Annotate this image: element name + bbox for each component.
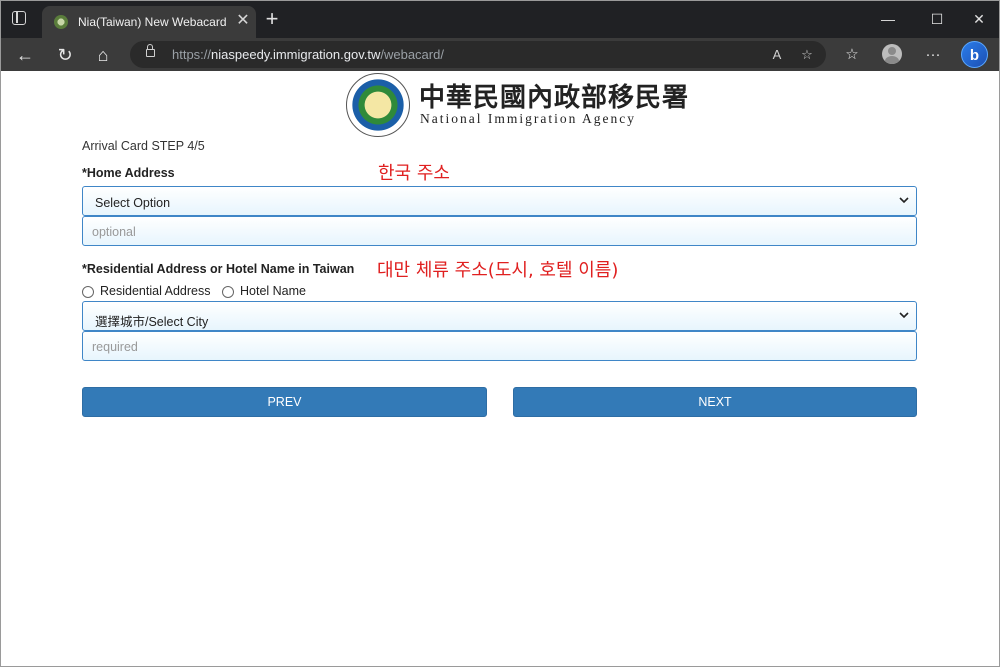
agency-seal-icon [346,73,410,137]
next-button[interactable]: NEXT [513,387,917,417]
home-address-select-value: Select Option [95,196,171,210]
sidebar-toggle-icon[interactable] [12,11,26,25]
radio-residential-address[interactable] [82,286,94,298]
browser-titlebar: Nia(Taiwan) New Webacard ✕ + — ☐ ✕ [0,0,1000,38]
read-aloud-icon[interactable]: A [766,44,788,66]
city-select-value: 選擇城市/Select City [95,315,209,329]
close-window-icon[interactable]: ✕ [965,8,993,30]
url-text[interactable]: https://niaspeedy.immigration.gov.tw/web… [172,47,444,62]
chevron-down-icon [899,197,909,204]
step-title: Arrival Card STEP 4/5 [82,139,205,153]
residential-address-placeholder: required [92,340,138,354]
profile-avatar-icon[interactable] [882,44,902,64]
residential-address-input[interactable]: required [82,331,917,361]
back-icon[interactable]: ← [13,43,37,67]
residential-address-label: *Residential Address or Hotel Name in Ta… [82,262,355,276]
more-options-icon[interactable]: ··· [921,43,945,67]
favicon-icon [54,15,68,29]
tab-title: Nia(Taiwan) New Webacard [78,15,227,29]
maximize-icon[interactable]: ☐ [923,8,951,30]
address-bar[interactable]: https://niaspeedy.immigration.gov.tw/web… [130,41,826,68]
radio-hotel-name-label[interactable]: Hotel Name [240,284,306,298]
browser-tab[interactable]: Nia(Taiwan) New Webacard ✕ [42,6,256,38]
home-address-annotation: 한국 주소 [378,163,450,184]
new-tab-icon[interactable]: + [262,8,282,30]
home-icon[interactable]: ⌂ [91,43,115,67]
minimize-icon[interactable]: — [874,8,902,30]
favorites-icon[interactable]: ☆ [840,43,864,67]
refresh-icon[interactable]: ↻ [53,43,77,67]
bing-copilot-icon[interactable]: b [961,41,988,68]
favorite-star-icon[interactable]: ☆ [796,44,818,66]
radio-hotel-name[interactable] [222,286,234,298]
home-address-placeholder: optional [92,225,136,239]
agency-name-chinese: 中華民國內政部移民署 [419,83,690,113]
residential-address-annotation: 대만 체류 주소(도시, 호텔 이름) [377,260,619,281]
browser-toolbar: ← ↻ ⌂ https://niaspeedy.immigration.gov.… [0,38,1000,71]
home-address-label: *Home Address [82,166,175,180]
home-address-input[interactable]: optional [82,216,917,246]
city-select[interactable]: 選擇城市/Select City [82,301,917,331]
close-tab-icon[interactable]: ✕ [234,12,252,30]
radio-residential-address-label[interactable]: Residential Address [100,284,210,298]
prev-button[interactable]: PREV [82,387,487,417]
agency-logo: 中華民國內政部移民署 National Immigration Agency [346,73,688,137]
agency-name-english: National Immigration Agency [420,111,636,126]
lock-icon[interactable] [146,44,155,57]
chevron-down-icon [899,312,909,319]
home-address-select[interactable]: Select Option [82,186,917,216]
